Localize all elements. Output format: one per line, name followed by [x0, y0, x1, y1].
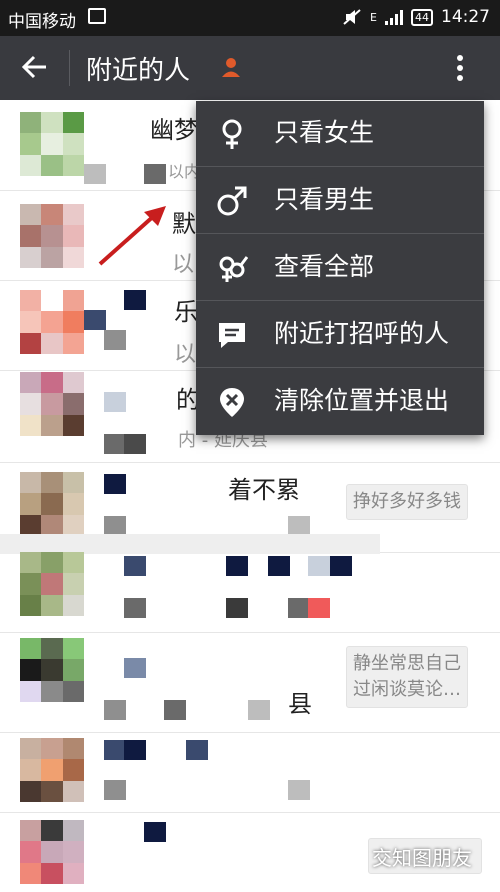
menu-item-clear-location-exit[interactable]: 清除位置并退出	[196, 369, 484, 435]
app-bar: 附近的人	[0, 36, 500, 100]
menu-divider	[196, 233, 484, 234]
menu-divider	[196, 367, 484, 368]
distance: 以	[174, 342, 197, 367]
app-bar-divider	[69, 50, 70, 86]
avatar	[20, 204, 84, 268]
avatar	[20, 472, 84, 536]
image-notification-icon	[88, 8, 106, 24]
mute-icon	[343, 9, 361, 25]
message-icon	[219, 323, 245, 348]
nickname: 县	[288, 690, 312, 718]
battery-icon: 44	[411, 8, 433, 26]
menu-item-nearby-greetings[interactable]: 附近打招呼的人	[196, 302, 484, 368]
watermark: 交知图朋友	[372, 846, 472, 870]
nickname: 幽梦	[150, 116, 198, 144]
avatar	[20, 372, 84, 436]
nickname: 着不累	[228, 476, 300, 504]
menu-divider	[196, 166, 484, 167]
signal-icon	[385, 9, 403, 25]
signature-bubble: 挣好多好多钱	[346, 484, 468, 520]
menu-item-label: 只看男生	[274, 185, 375, 214]
network-type: E	[370, 10, 377, 24]
avatar	[20, 112, 84, 176]
list-item[interactable]	[0, 552, 500, 633]
menu-item-label: 查看全部	[274, 252, 375, 281]
menu-divider	[196, 300, 484, 301]
status-bar: 中国移动 E 44 14:27	[0, 0, 500, 36]
menu-item-label: 附近打招呼的人	[274, 319, 450, 348]
carrier-name: 中国移动	[8, 12, 76, 32]
location-clear-icon	[220, 388, 244, 417]
avatar	[20, 820, 84, 884]
avatar	[20, 738, 84, 802]
avatar	[20, 552, 84, 616]
person-icon	[222, 58, 240, 77]
signature-bubble: 静坐常思自己 过闲谈莫论…	[346, 646, 468, 708]
gender-all-icon	[219, 256, 248, 282]
status-right-group: E 44 14:27	[342, 7, 490, 27]
menu-item-view-all[interactable]: 查看全部	[196, 235, 484, 301]
list-item[interactable]: 县 静坐常思自己 过闲谈莫论…	[0, 632, 500, 733]
menu-item-female-only[interactable]: 只看女生	[196, 101, 484, 167]
menu-item-label: 清除位置并退出	[274, 386, 450, 415]
menu-item-label: 只看女生	[274, 118, 375, 147]
red-arrow-annotation	[98, 206, 166, 266]
male-icon	[217, 186, 247, 216]
nickname: 乐	[174, 298, 198, 326]
list-item[interactable]	[0, 732, 500, 813]
page-title: 附近的人	[86, 56, 191, 86]
menu-item-male-only[interactable]: 只看男生	[196, 168, 484, 234]
avatar	[20, 638, 84, 702]
overflow-menu: 只看女生 只看男生 查看全部 附近打招呼的人 清除位置并退出	[196, 101, 484, 435]
torn-edge	[0, 534, 380, 554]
more-options-icon[interactable]	[448, 50, 472, 86]
back-arrow-icon[interactable]	[18, 49, 54, 85]
female-icon	[222, 119, 242, 149]
clock: 14:27	[441, 7, 490, 27]
avatar	[20, 290, 84, 354]
